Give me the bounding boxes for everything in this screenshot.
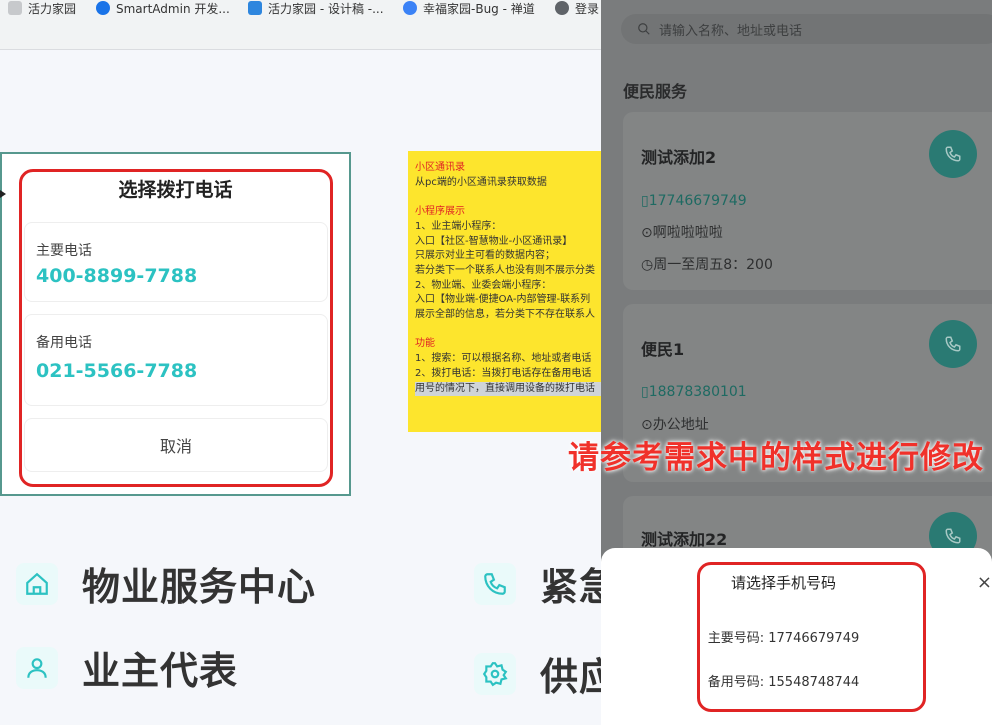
contact-hours-text: 周一至周五8：200: [653, 257, 773, 273]
page-icon: [8, 1, 22, 15]
phone-icon: [945, 528, 961, 544]
service-label: 业主代表: [82, 649, 239, 693]
globe-icon: [555, 1, 569, 15]
bookmark-5[interactable]: 登录: [555, 0, 599, 16]
annotation-text: 请参考需求中的样式进行修改: [568, 440, 984, 476]
location-icon: ⊙: [641, 225, 653, 241]
service-label: 物业服务中心: [82, 565, 317, 609]
smartadmin-icon: [96, 1, 110, 15]
note-line: 2、拨打电话：当拨打电话存在备用电话: [415, 367, 592, 379]
service-item-property[interactable]: 物业服务中心: [16, 556, 316, 611]
user-icon: [16, 646, 58, 689]
location-icon: ⊙: [641, 417, 653, 433]
service-item-emergency[interactable]: 紧急: [474, 556, 618, 611]
mobile-icon: ▯: [641, 193, 649, 209]
contact-address: ⊙啊啦啦啦啦: [641, 222, 723, 242]
note-line: 入口【物业端-便捷OA-内部管理-联系列: [415, 294, 591, 306]
call-button[interactable]: [929, 320, 977, 368]
service-item-owner-rep[interactable]: 业主代表: [16, 640, 238, 695]
note-heading: 小程序展示: [415, 206, 465, 218]
contact-tel[interactable]: ▯18878380101: [641, 384, 747, 400]
note-heading: 小区通讯录: [415, 162, 465, 173]
bookmark-label: SmartAdmin 开发...: [116, 1, 230, 16]
call-button[interactable]: [929, 130, 977, 178]
highlight-box-right: [697, 562, 926, 712]
highlight-box-left: [19, 169, 333, 487]
search-input[interactable]: 请输入名称、地址或电话: [621, 14, 992, 44]
search-placeholder: 请输入名称、地址或电话: [659, 23, 803, 39]
gear-icon: [474, 652, 516, 695]
contact-tel[interactable]: ▯17746679749: [641, 193, 747, 209]
note-line: 只展示对业主可看的数据内容；: [415, 250, 555, 262]
home-icon: [16, 562, 58, 605]
bookmark-4[interactable]: 幸福家园-Bug - 禅道: [403, 0, 535, 16]
bookmark-label: 登录: [575, 1, 600, 16]
contact-address: ⊙办公地址: [641, 414, 709, 434]
design-icon: [248, 1, 262, 15]
contact-address-text: 办公地址: [652, 417, 709, 433]
requirement-note: 小区通讯录 从pc端的小区通讯录获取数据 小程序展示 1、业主端小程序： 入口【…: [408, 151, 608, 432]
bookmark-label: 活力家园: [28, 1, 77, 16]
note-line: 入口【社区-智慧物业-小区通讯录】: [415, 235, 573, 247]
note-line: 若分类下一个联系人也没有则不展示分类: [415, 264, 595, 276]
contact-card[interactable]: 测试添加2 ▯17746679749 ⊙啊啦啦啦啦 ◷周一至周五8：200: [623, 112, 992, 290]
bookmark-3[interactable]: 活力家园 - 设计稿 -...: [248, 0, 384, 16]
phone-icon: [945, 336, 961, 352]
note-line-highlighted: 用号的情况下，直接调用设备的拨打电话: [415, 381, 601, 397]
phone-icon: [474, 562, 516, 605]
close-icon[interactable]: ×: [977, 572, 992, 593]
note-heading: 功能: [415, 338, 435, 350]
service-item-supply[interactable]: 供应: [474, 646, 618, 701]
note-line: 从pc端的小区通讯录获取数据: [415, 176, 547, 188]
contact-tel-text: 17746679749: [648, 193, 747, 209]
search-icon: [638, 23, 650, 35]
bookmark-label: 活力家园 - 设计稿 -...: [268, 1, 384, 16]
section-title: 便民服务: [623, 82, 688, 101]
note-line: 2、物业端、业委会端小程序：: [415, 279, 552, 291]
phone-icon: [945, 146, 961, 162]
clock-icon: ◷: [641, 257, 654, 273]
mobile-icon: ▯: [641, 384, 649, 400]
bookmark-label: 幸福家园-Bug - 禅道: [423, 1, 535, 16]
contact-address-text: 啊啦啦啦啦: [652, 225, 723, 241]
contact-name: 测试添加2: [641, 148, 717, 167]
note-line: 1、搜索：可以根据名称、地址或者电话: [415, 353, 592, 365]
zentao-icon: [403, 1, 417, 15]
bookmark-2[interactable]: SmartAdmin 开发...: [96, 0, 230, 16]
bookmark-1[interactable]: 活力家园: [8, 0, 76, 16]
note-line: 1、业主端小程序：: [415, 220, 502, 232]
contact-hours: ◷周一至周五8：200: [641, 254, 773, 274]
contact-tel-text: 18878380101: [648, 384, 747, 400]
contact-name: 便民1: [641, 340, 685, 359]
note-line: 展示全部的信息，若分类下不存在联系人: [415, 309, 595, 321]
contact-name: 测试添加22: [641, 530, 728, 549]
